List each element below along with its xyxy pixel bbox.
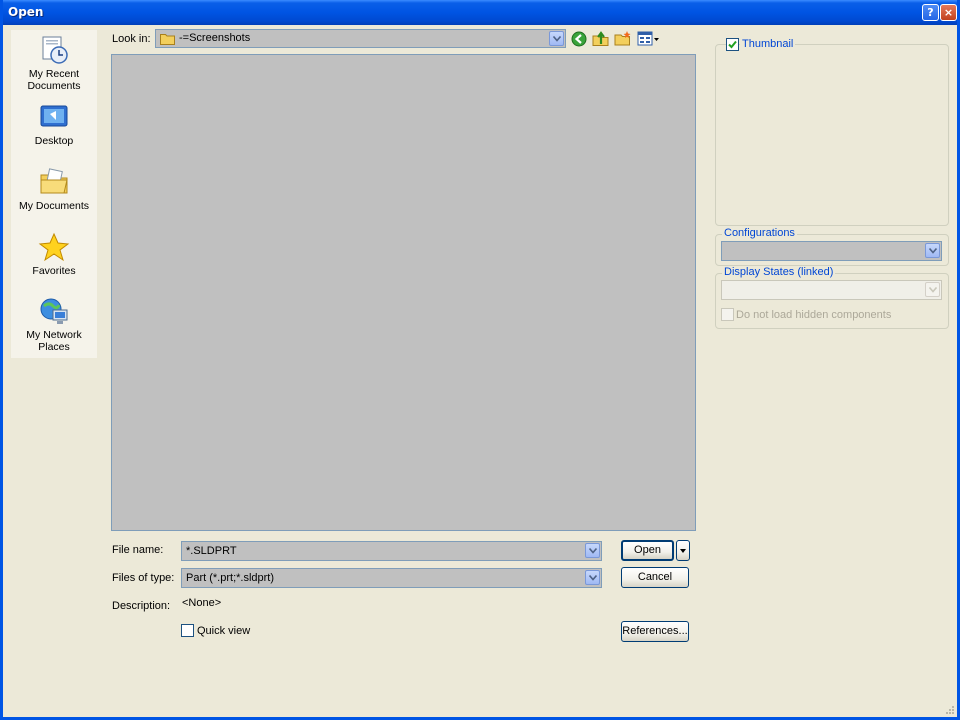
place-label: Favorites (32, 265, 76, 277)
look-in-value: -=Screenshots (179, 32, 251, 44)
display-states-label: Display States (linked) (722, 266, 836, 278)
desktop-icon (40, 105, 68, 127)
place-desktop[interactable]: Desktop (11, 102, 97, 147)
new-folder-icon[interactable] (614, 30, 632, 47)
place-recent-documents[interactable]: My Recent Documents (11, 35, 97, 92)
file-name-label: File name: (112, 544, 164, 556)
look-in-label: Look in: (112, 33, 151, 45)
place-label: Desktop (34, 135, 74, 147)
chevron-down-icon[interactable] (585, 570, 600, 585)
network-places-icon (40, 298, 68, 324)
help-button[interactable]: ? (922, 4, 939, 21)
open-options-button[interactable] (676, 540, 690, 561)
files-of-type-value: Part (*.prt;*.sldprt) (186, 572, 275, 584)
hidden-components-label: Do not load hidden components (736, 309, 892, 321)
back-icon[interactable] (571, 31, 587, 47)
look-in-dropdown[interactable]: -=Screenshots (155, 29, 566, 48)
my-documents-icon (40, 168, 68, 194)
description-value: <None> (182, 597, 222, 609)
window-title: Open (8, 5, 44, 19)
place-label: My Network Places (26, 329, 82, 353)
checkmark-icon (728, 40, 737, 49)
thumbnail-checkbox[interactable] (726, 38, 739, 51)
chevron-down-icon[interactable] (925, 243, 940, 258)
close-button[interactable]: × (940, 4, 957, 21)
resize-grip-icon[interactable] (945, 705, 955, 715)
views-menu-icon[interactable] (637, 31, 661, 47)
place-favorites[interactable]: Favorites (11, 232, 97, 277)
quick-view-label: Quick view (197, 625, 251, 637)
description-label: Description: (112, 600, 171, 612)
display-states-dropdown[interactable] (721, 280, 942, 300)
quick-view-checkbox[interactable] (181, 624, 194, 637)
files-of-type-dropdown[interactable]: Part (*.prt;*.sldprt) (181, 568, 602, 588)
chevron-down-icon[interactable] (925, 282, 940, 297)
place-label: My Recent Documents (27, 68, 81, 92)
folder-icon (160, 34, 175, 45)
favorites-icon (38, 232, 70, 262)
references-button[interactable]: References... (621, 621, 689, 642)
chevron-down-icon[interactable] (585, 543, 600, 558)
title-bar[interactable]: Open ? × (3, 0, 957, 25)
dropdown-arrow-icon (680, 549, 686, 553)
file-name-value: *.SLDPRT (186, 545, 237, 557)
hidden-components-checkbox[interactable] (721, 308, 734, 321)
configurations-dropdown[interactable] (721, 241, 942, 261)
cancel-button[interactable]: Cancel (621, 567, 689, 588)
files-of-type-label: Files of type: (112, 572, 175, 584)
chevron-down-icon[interactable] (549, 31, 564, 46)
thumbnail-group (715, 44, 949, 226)
file-name-input[interactable]: *.SLDPRT (181, 541, 602, 561)
configurations-label: Configurations (722, 227, 797, 239)
thumbnail-label: Thumbnail (740, 38, 796, 50)
places-bar: My Recent Documents Desktop My Documents… (11, 30, 97, 358)
up-folder-icon[interactable] (592, 30, 609, 47)
place-network-places[interactable]: My Network Places (11, 296, 97, 353)
place-my-documents[interactable]: My Documents (11, 167, 97, 212)
open-dialog: Open ? × My Recent Documents Desktop My … (0, 0, 960, 720)
place-label: My Documents (18, 200, 90, 212)
recent-documents-icon (42, 36, 68, 64)
open-button[interactable]: Open (621, 540, 674, 561)
file-list[interactable] (111, 54, 696, 531)
